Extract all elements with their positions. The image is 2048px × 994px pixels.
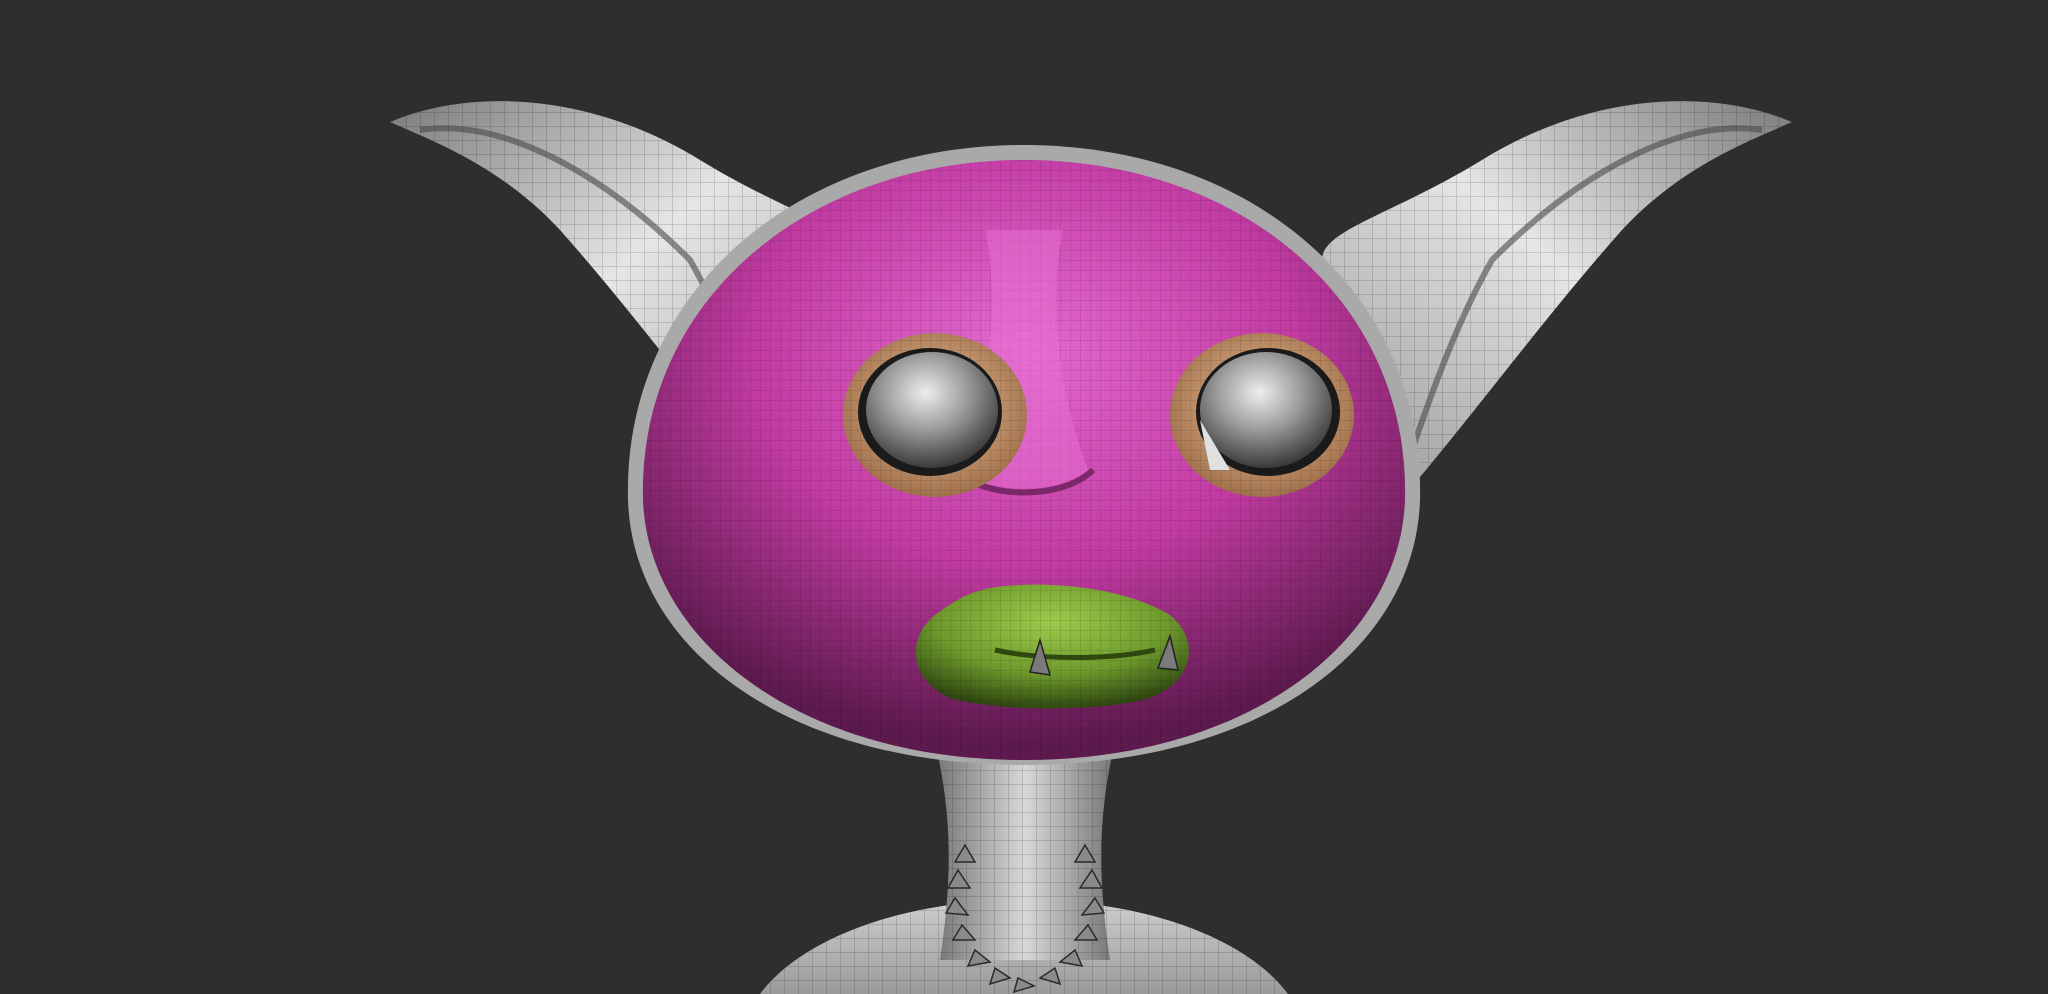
- model-render: [390, 101, 1792, 994]
- 3d-viewport[interactable]: [0, 0, 2048, 994]
- left-eye: [843, 333, 1027, 497]
- right-eye: [1170, 333, 1354, 497]
